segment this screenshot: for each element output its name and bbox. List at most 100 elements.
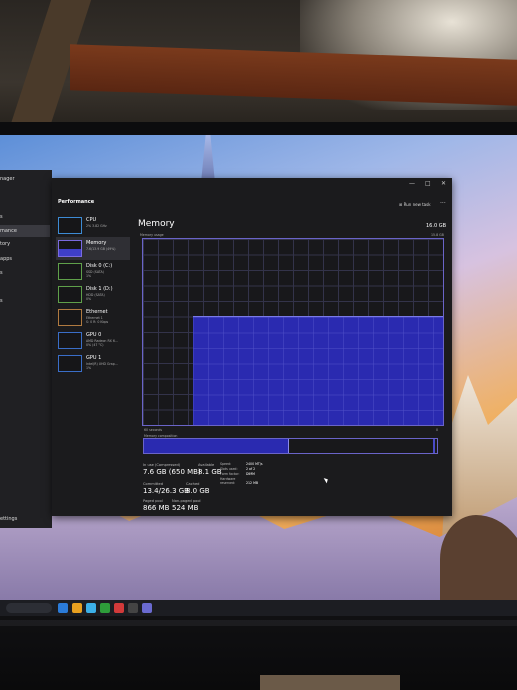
spec-key: Hardware reserved: <box>220 477 236 485</box>
device-name: Disk 1 (D:) <box>86 286 113 292</box>
memory-usage-label: Memory usage <box>140 233 164 237</box>
memory-usage-fill <box>193 316 443 425</box>
sidebar-item-app-history[interactable]: tory <box>0 241 10 247</box>
task-manager-window: — □ ✕ Performance ⊞ Run new task ··· CPU… <box>52 178 452 516</box>
stat-cached: Cached 8.0 GB <box>186 482 210 495</box>
device-name: GPU 0 <box>86 332 102 338</box>
stat-value: 13.4/26.3 GB <box>143 487 189 495</box>
device-name: Ethernet <box>86 309 108 315</box>
task-manager-sidebar: nager s mance tory apps s s ettings <box>0 170 52 528</box>
stat-in-use: In use (Compressed) 7.6 GB (650 MB) <box>143 463 201 476</box>
device-detail: 7.6/13.9 GB (49%) <box>86 247 116 251</box>
stat-label: Cached <box>186 482 200 486</box>
sidebar-item-performance[interactable]: mance <box>0 228 17 234</box>
stat-value: 8.0 GB <box>186 487 210 495</box>
spec-value: DIMM <box>246 472 255 476</box>
sidebar-item-services[interactable]: s <box>0 298 3 304</box>
device-usage: 1% <box>86 274 92 278</box>
device-memory[interactable]: Memory 7.6/13.9 GB (49%) <box>56 237 130 260</box>
sidebar-item-users[interactable]: s <box>0 270 3 276</box>
stat-label: In use (Compressed) <box>143 463 181 467</box>
gpu0-thumbnail-graph <box>58 332 82 349</box>
spec-form-factor: Form factor: DIMM <box>220 472 255 476</box>
minimize-button[interactable]: — <box>409 180 415 187</box>
device-name: Disk 0 (C:) <box>86 263 113 269</box>
wallpaper-rock <box>440 515 517 613</box>
stat-label: Committed <box>143 482 164 486</box>
disk0-thumbnail-graph <box>58 263 82 280</box>
spec-slots: Slots used: 2 of 2 <box>220 467 255 471</box>
memory-usage-graph <box>142 238 444 426</box>
xbox-app-icon[interactable] <box>100 603 110 613</box>
device-disk-0[interactable]: Disk 0 (C:) SSD (SATA) 1% <box>56 260 130 283</box>
spec-key: Form factor: <box>220 472 240 476</box>
spec-value: 2400 MT/s <box>246 462 263 466</box>
stat-value: 866 MB <box>143 504 170 512</box>
spec-speed: Speed: 2400 MT/s <box>220 462 263 466</box>
cpu-thumbnail-graph <box>58 217 82 234</box>
sidebar-item-settings[interactable]: ettings <box>0 516 17 522</box>
monitor-bezel <box>0 616 517 690</box>
spec-value: 212 MB <box>246 481 259 485</box>
stat-available: Available 8.1 GB <box>198 463 222 476</box>
stat-paged-pool: Paged pool 866 MB <box>143 499 169 512</box>
stat-value: 7.6 GB (650 MB) <box>143 468 201 476</box>
run-task-label: Run new task <box>403 202 431 207</box>
memory-usage-max: 15.8 GB <box>431 233 444 237</box>
taskbar <box>0 600 517 616</box>
stat-non-paged-pool: Non-paged pool 524 MB <box>172 499 201 512</box>
memory-title: Memory <box>138 219 175 229</box>
device-name: GPU 1 <box>86 355 102 361</box>
file-explorer-icon[interactable] <box>72 603 82 613</box>
graph-seconds-label: 60 seconds <box>144 428 163 432</box>
device-usage: S: 0 R: 0 Kbps <box>86 320 109 324</box>
stat-label: Non-paged pool <box>172 499 201 503</box>
spec-hardware-reserved: Hardware reserved: 212 MB <box>220 477 258 485</box>
device-name: CPU <box>86 217 97 223</box>
windows-start-icon[interactable] <box>58 603 68 613</box>
stat-value: 524 MB <box>172 504 199 512</box>
more-options-button[interactable]: ··· <box>440 200 446 207</box>
spec-key: Slots used: <box>220 467 238 471</box>
composition-in-use <box>144 439 289 453</box>
spec-key: Speed: <box>220 462 232 466</box>
taskbar-search[interactable] <box>6 603 52 613</box>
stat-value: 8.1 GB <box>198 468 222 476</box>
bezel-glint <box>0 620 517 626</box>
stat-label: Paged pool <box>143 499 163 503</box>
ethernet-thumbnail-graph <box>58 309 82 326</box>
device-list: CPU 2% 3.82 GHz Memory 7.6/13.9 GB (49%)… <box>56 214 130 375</box>
device-ethernet[interactable]: Ethernet Ethernet 1 S: 0 R: 0 Kbps <box>56 306 130 329</box>
device-gpu-0[interactable]: GPU 0 AMD Radeon RX 6... 0% (47 °C) <box>56 329 130 352</box>
sidebar-item-processes[interactable]: s <box>0 214 3 220</box>
memory-total: 16.0 GB <box>426 223 447 229</box>
page-title: Performance <box>58 199 95 205</box>
device-gpu-1[interactable]: GPU 1 Intel(R) UHD Grap... 1% <box>56 352 130 375</box>
sidebar-item-startup-apps[interactable]: apps <box>0 256 12 262</box>
stat-label: Available <box>198 463 215 467</box>
sidebar-app-title: nager <box>0 176 15 182</box>
taskbar-icons <box>58 603 152 613</box>
close-button[interactable]: ✕ <box>441 180 446 187</box>
disk1-thumbnail-graph <box>58 286 82 303</box>
gpu1-thumbnail-graph <box>58 355 82 372</box>
maximize-button[interactable]: □ <box>425 180 431 187</box>
title-bar: — □ ✕ <box>52 178 452 192</box>
spec-value: 2 of 2 <box>246 467 256 471</box>
device-usage: 0% (47 °C) <box>86 343 104 347</box>
edge-browser-icon[interactable] <box>86 603 96 613</box>
app-icon[interactable] <box>114 603 124 613</box>
composition-standby <box>433 439 435 453</box>
run-new-task-button[interactable]: ⊞ Run new task <box>399 202 431 207</box>
device-cpu[interactable]: CPU 2% 3.82 GHz <box>56 214 130 237</box>
app-icon[interactable] <box>128 603 138 613</box>
device-disk-1[interactable]: Disk 1 (D:) HDD (SATA) 0% <box>56 283 130 306</box>
graph-zero-label: 0 <box>436 428 439 432</box>
desk-items <box>260 675 400 690</box>
memory-thumbnail-graph <box>58 240 82 257</box>
device-usage: 1% <box>86 366 92 370</box>
task-manager-icon[interactable] <box>142 603 152 613</box>
memory-composition-bar <box>143 438 438 454</box>
stat-committed: Committed 13.4/26.3 GB <box>143 482 189 495</box>
device-usage: 0% <box>86 297 92 301</box>
